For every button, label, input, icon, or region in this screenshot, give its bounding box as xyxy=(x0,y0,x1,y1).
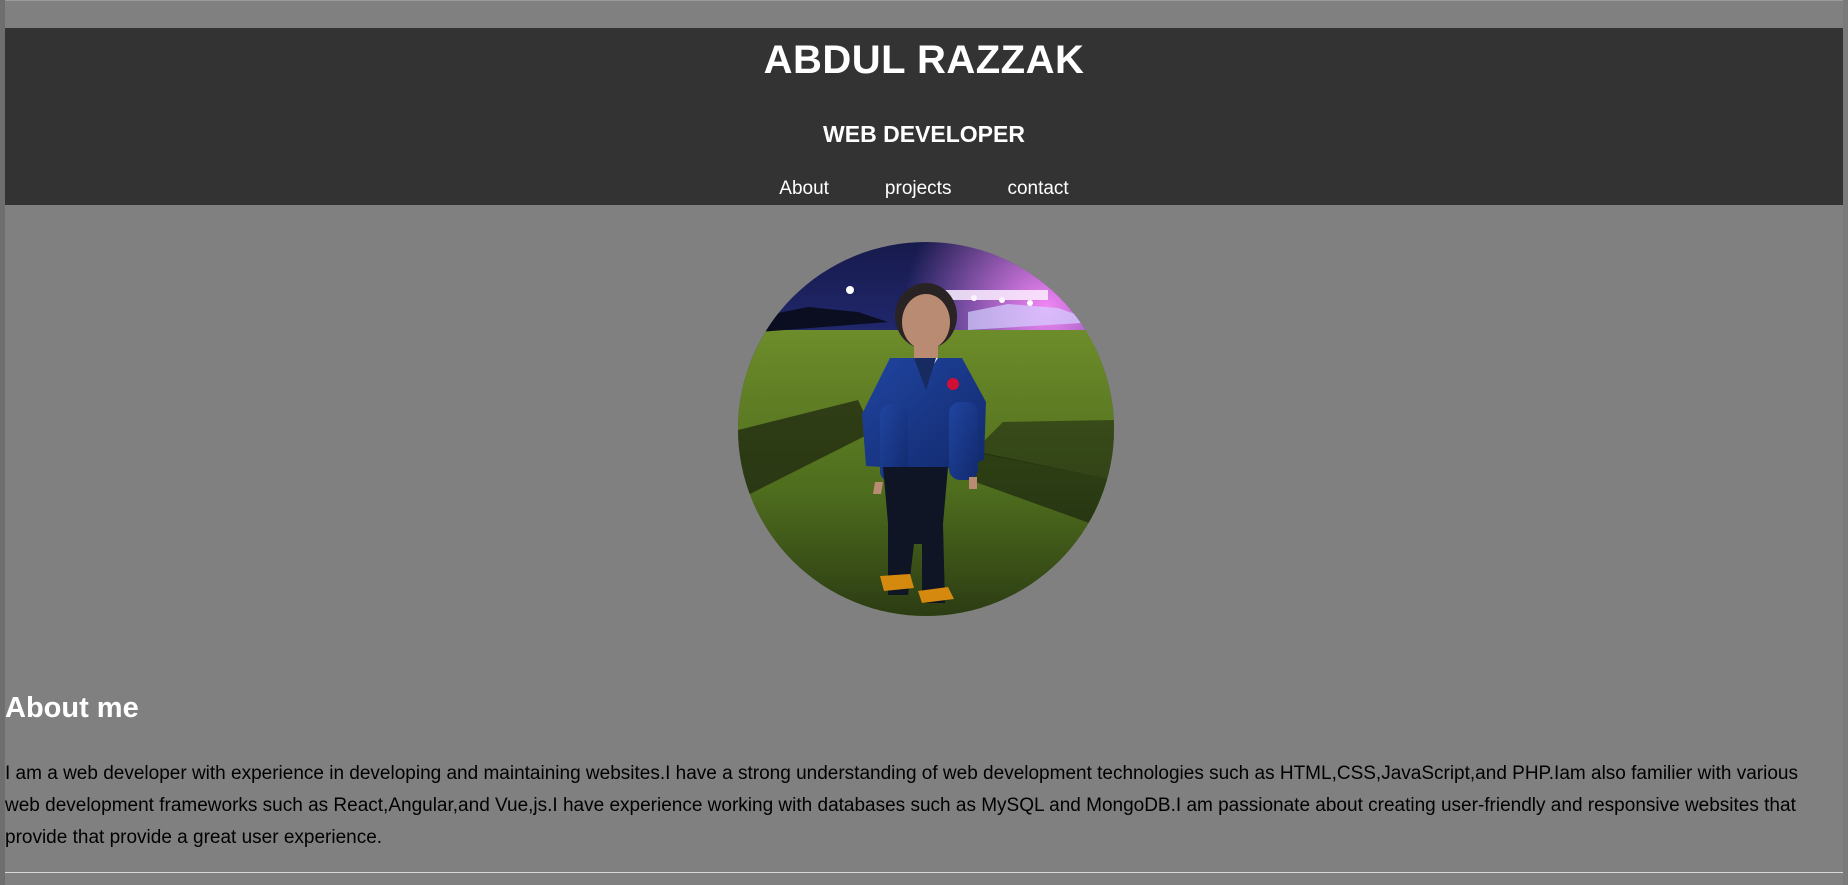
about-text: I am a web developer with experience in … xyxy=(5,763,1798,848)
nav-link-projects[interactable]: projects xyxy=(885,178,952,200)
profile-photo-image xyxy=(738,242,1114,616)
bottom-divider xyxy=(5,872,1843,873)
site-subtitle: WEB DEVELOPER xyxy=(823,121,1025,147)
main-nav: About projects contact xyxy=(5,178,1843,200)
profile-photo xyxy=(738,242,1114,616)
about-heading: About me xyxy=(5,692,139,724)
nav-link-contact[interactable]: contact xyxy=(1007,178,1068,200)
right-window-edge xyxy=(1843,0,1848,885)
nav-link-about[interactable]: About xyxy=(779,178,829,200)
site-title: ABDUL RAZZAK xyxy=(763,38,1085,82)
site-header: ABDUL RAZZAK WEB DEVELOPER About project… xyxy=(5,28,1843,205)
